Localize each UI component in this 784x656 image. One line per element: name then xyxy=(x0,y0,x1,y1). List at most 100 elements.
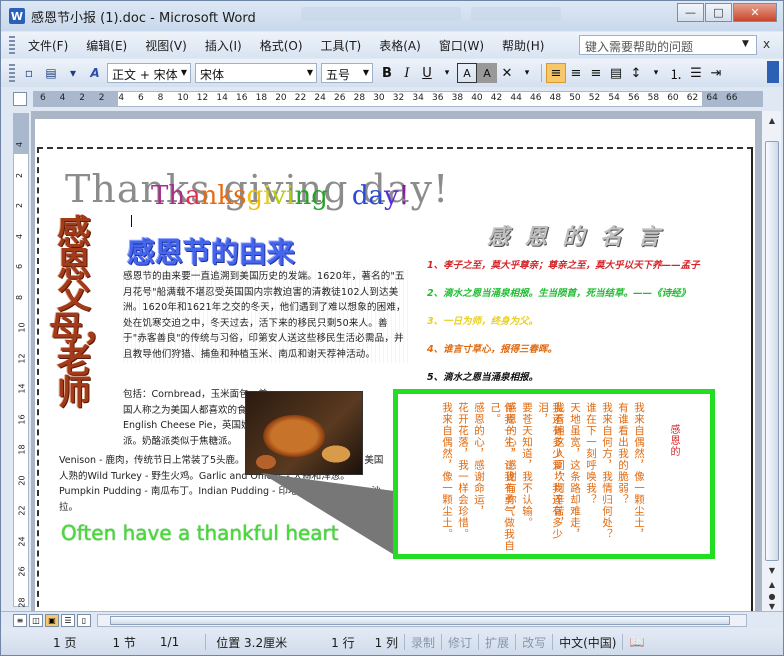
align-left-icon[interactable]: ≡ xyxy=(546,63,566,83)
menu-file[interactable]: 文件(F) xyxy=(19,34,77,57)
ruler-number: 20 xyxy=(275,93,287,103)
underline-dropdown-icon[interactable]: ▾ xyxy=(437,63,457,83)
help-search-input[interactable]: 键入需要帮助的问题 xyxy=(579,35,757,55)
thankful-heading: Often have a thankful heart xyxy=(61,521,339,545)
menu-insert[interactable]: 插入(I) xyxy=(196,34,251,57)
status-ext[interactable]: 扩展 xyxy=(479,634,515,651)
justify-icon[interactable]: ▤ xyxy=(606,63,626,83)
char-border-icon[interactable]: A xyxy=(457,63,477,83)
indent-icon[interactable]: ⇥ xyxy=(706,63,726,83)
style-select[interactable]: 正文 + 宋体 ▼ xyxy=(107,63,191,83)
toolbar-options-icon[interactable]: ▾ xyxy=(63,63,83,83)
menu-help[interactable]: 帮助(H) xyxy=(493,34,553,57)
wordart-char: ! xyxy=(398,181,410,211)
char-shading-icon[interactable]: A xyxy=(477,63,497,83)
ruler-number: 4 xyxy=(118,93,125,103)
maximize-button[interactable]: □ xyxy=(705,3,732,22)
scroll-up-icon[interactable]: ▲ xyxy=(765,113,779,127)
word-app-icon[interactable]: W xyxy=(9,8,25,24)
ruler-number: 16 xyxy=(236,93,248,103)
horizontal-scrollbar[interactable] xyxy=(97,614,747,627)
bullets-icon[interactable]: ☰ xyxy=(686,63,706,83)
ruler-number: 50 xyxy=(569,93,581,103)
horizontal-scroll-thumb[interactable] xyxy=(110,616,730,625)
font-select[interactable]: 宋体 ▼ xyxy=(195,63,317,83)
ruler-number: 10 xyxy=(177,93,189,103)
bold-button[interactable]: B xyxy=(377,63,397,83)
italic-button[interactable]: I xyxy=(397,63,417,83)
poem-line: 我来自偶然，像一颗尘土， xyxy=(633,402,645,540)
roast-turkey-image[interactable] xyxy=(245,391,363,475)
ruler-number: 30 xyxy=(373,93,385,103)
window-title: 感恩节小报 (1).doc - Microsoft Word xyxy=(31,10,256,26)
chevron-down-icon: ▼ xyxy=(362,68,369,77)
wordart-char: ng xyxy=(294,181,328,211)
toolbar-grip-icon[interactable] xyxy=(9,64,15,82)
numbering-icon[interactable]: ⒈ xyxy=(666,63,686,83)
vertical-scroll-thumb[interactable] xyxy=(765,141,779,561)
poem-line: 花开花落，我一样会珍惜。 xyxy=(457,402,469,540)
poem-textbox[interactable]: 感恩的 我来自偶然，像一颗尘土， 有谁看出我的脆弱？ 我来自何方，我情归何处？ … xyxy=(393,389,715,559)
title-reflection-2 xyxy=(471,7,561,21)
normal-view-icon[interactable]: ≡ xyxy=(13,614,27,627)
poem-line: 天地虽宽，这条路却难走， xyxy=(569,402,581,540)
new-document-icon[interactable]: ▫ xyxy=(19,63,39,83)
document-page[interactable]: Thanks giving day! Thanks giving day! 感恩… xyxy=(35,119,755,611)
menu-view[interactable]: 视图(V) xyxy=(136,34,196,57)
align-right-icon[interactable]: ≡ xyxy=(586,63,606,83)
open-folder-icon[interactable]: ▤ xyxy=(41,63,61,83)
outline-view-icon[interactable]: ☰ xyxy=(61,614,75,627)
reading-view-icon[interactable]: ▯ xyxy=(77,614,91,627)
scroll-down-icon[interactable]: ▼ xyxy=(765,563,779,577)
wordart-char: g xyxy=(246,181,264,211)
toolbar-overflow-icon[interactable] xyxy=(767,61,779,83)
web-view-icon[interactable]: ◫ xyxy=(29,614,43,627)
menubar-grip-icon[interactable] xyxy=(9,36,15,54)
status-column: 1 列 xyxy=(374,635,399,650)
close-button[interactable]: ✕ xyxy=(733,3,777,22)
menu-format[interactable]: 格式(O) xyxy=(251,34,312,57)
align-center-icon[interactable]: ≡ xyxy=(566,63,586,83)
close-document-button[interactable]: x xyxy=(763,37,770,51)
char-scale-icon[interactable]: ✕ xyxy=(497,63,517,83)
minimize-button[interactable]: — xyxy=(677,3,704,22)
tab-selector-icon[interactable] xyxy=(13,92,27,106)
font-value: 宋体 xyxy=(200,68,225,82)
styles-icon[interactable]: A xyxy=(85,63,105,83)
status-language[interactable]: 中文(中国) xyxy=(553,634,622,651)
line-spacing-icon[interactable]: ↕ xyxy=(626,63,646,83)
quote-1: 1、孝子之至，莫大乎尊亲；尊亲之至，莫大乎以天下养——孟子 xyxy=(427,260,700,271)
document-area[interactable]: Thanks giving day! Thanks giving day! 感恩… xyxy=(31,111,761,611)
vruler-number: 18 xyxy=(17,444,27,455)
vertical-title: 感恩父母，老师 xyxy=(49,213,117,413)
vertical-scrollbar[interactable]: ▲ ▼ ▲ ● ▼ xyxy=(761,111,781,611)
ruler-number: 32 xyxy=(392,93,405,103)
print-view-icon[interactable]: ▣ xyxy=(45,614,59,627)
menu-window[interactable]: 窗口(W) xyxy=(430,34,493,57)
vertical-ruler[interactable]: 4 2 2 4 6 8 10 12 14 16 18 20 22 24 26 28 xyxy=(13,113,29,607)
quote-5: 5、滴水之恩当涌泉相报。 xyxy=(427,372,539,383)
underline-button[interactable]: U xyxy=(417,63,437,83)
ruler-number: 36 xyxy=(432,93,444,103)
vruler-number: 22 xyxy=(17,505,27,516)
status-trk[interactable]: 修订 xyxy=(442,634,478,651)
vruler-margin-top xyxy=(14,114,28,154)
ruler-number: 58 xyxy=(647,93,660,103)
help-dropdown-icon[interactable]: ▼ xyxy=(742,39,749,49)
menu-edit[interactable]: 编辑(E) xyxy=(77,34,136,57)
horizontal-ruler[interactable]: 6 4 2 2 4 6 8 10 12 14 16 18 20 22 24 26 28 30 32 34 36 38 40 4… xyxy=(33,91,763,107)
menu-table[interactable]: 表格(A) xyxy=(370,34,430,57)
history-title: 感恩节的由来 xyxy=(127,236,296,269)
menu-tools[interactable]: 工具(T) xyxy=(312,34,371,57)
char-scale-dropdown-icon[interactable]: ▾ xyxy=(517,63,537,83)
quote-4: 4、谁言寸草心，报得三春晖。 xyxy=(427,344,558,355)
status-rec[interactable]: 录制 xyxy=(405,634,441,651)
line-spacing-dropdown-icon[interactable]: ▾ xyxy=(646,63,666,83)
font-size-select[interactable]: 五号 ▼ xyxy=(321,63,373,83)
spelling-check-icon[interactable]: 📖 xyxy=(623,635,650,649)
status-position: 位置 3.2厘米 xyxy=(216,635,288,650)
wordart-char: a xyxy=(185,181,201,211)
vruler-number: 26 xyxy=(17,566,27,577)
ruler-number: 26 xyxy=(334,93,346,103)
status-ovr[interactable]: 改写 xyxy=(516,634,552,651)
